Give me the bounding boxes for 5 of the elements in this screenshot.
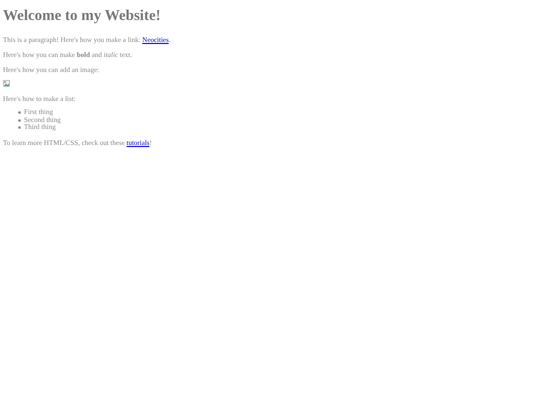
bullet-icon [18,126,21,130]
broken-image-icon [3,80,10,87]
bullet-icon [18,118,21,122]
page-heading: Welcome to my Website! [3,7,162,25]
bullet-icon [18,111,21,114]
